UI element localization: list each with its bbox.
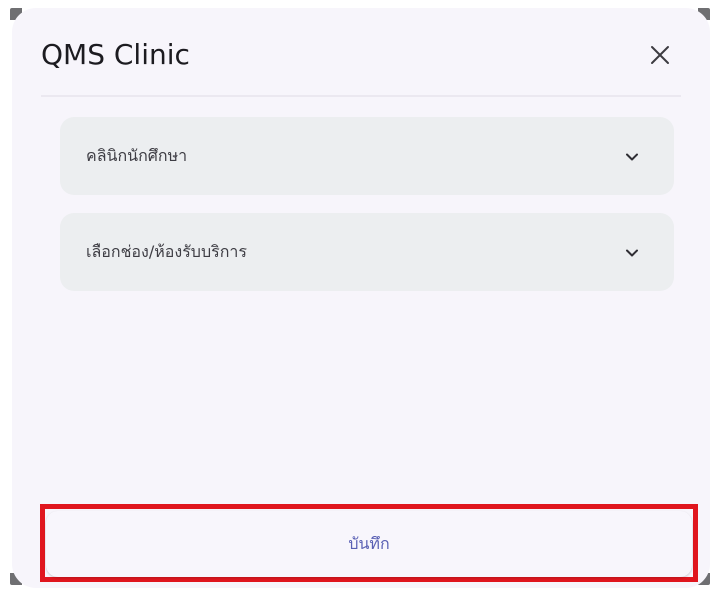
save-button-label: บันทึก [348,533,390,553]
close-button[interactable] [640,35,680,75]
dialog-header: QMS Clinic [12,8,710,98]
dialog-title: QMS Clinic [41,38,190,71]
clinic-select[interactable]: คลินิกนักศึกษา [60,117,674,195]
chevron-down-icon [626,249,638,257]
service-room-select[interactable]: เลือกช่อง/ห้องรับบริการ [60,213,674,291]
close-icon [651,46,669,64]
chevron-down-icon [626,153,638,161]
header-divider [41,95,681,97]
service-room-select-value: เลือกช่อง/ห้องรับบริการ [86,242,247,261]
clinic-select-value: คลินิกนักศึกษา [86,146,188,165]
qms-clinic-dialog: QMS Clinic คลินิกนักศึกษา เลือกช่อง/ห้อง… [12,8,710,588]
save-button[interactable]: บันทึก [46,511,692,577]
